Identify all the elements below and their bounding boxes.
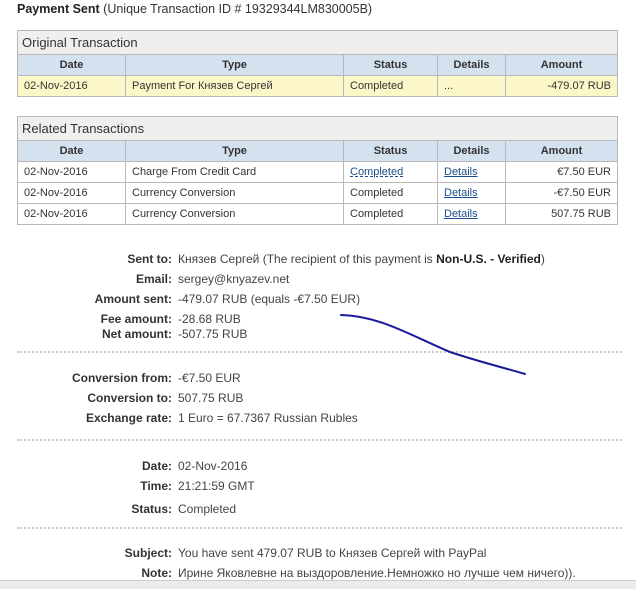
pen-annotation-stroke [340, 314, 526, 375]
